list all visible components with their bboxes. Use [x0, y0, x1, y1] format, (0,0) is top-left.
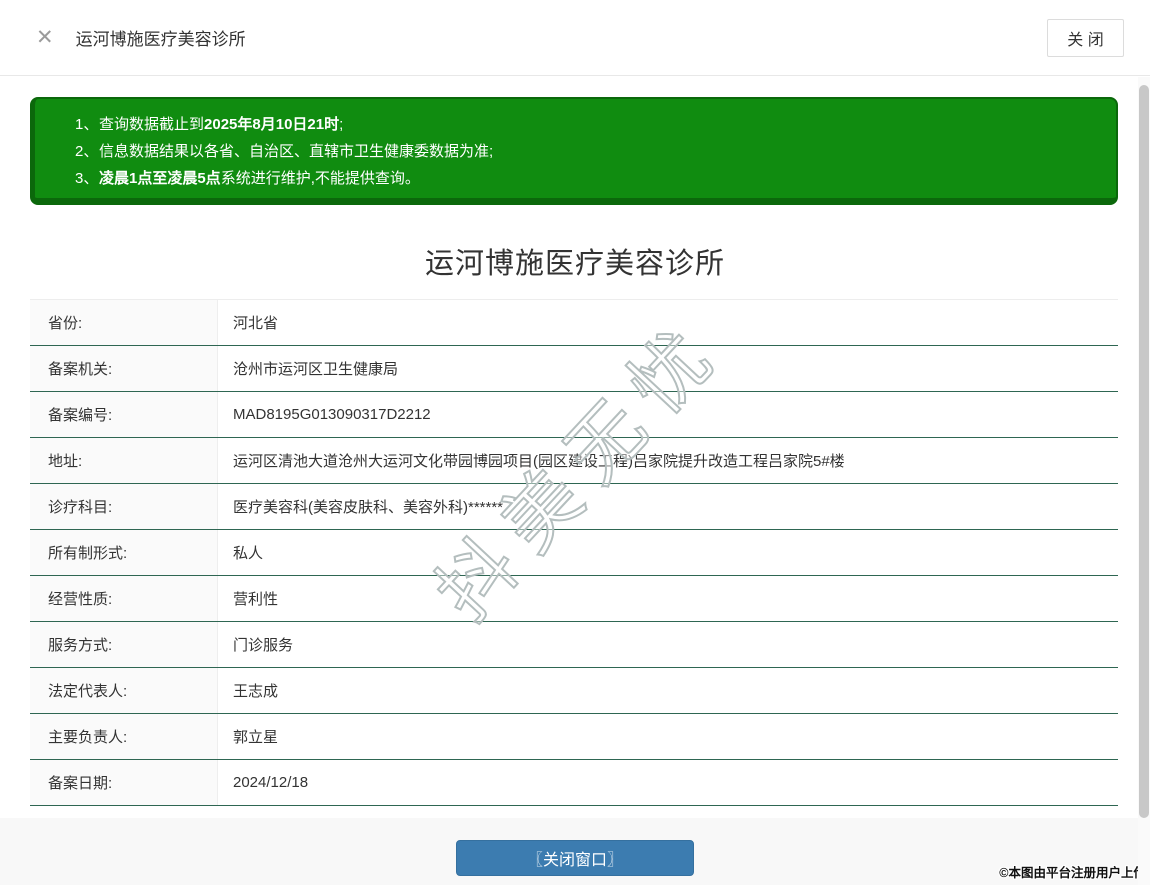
copyright-note: ©本图由平台注册用户上传	[999, 866, 1146, 880]
table-row: 备案日期: 2024/12/18	[30, 760, 1118, 806]
scrollbar-thumb[interactable]	[1139, 85, 1149, 818]
row-label: 诊疗科目:	[30, 484, 218, 529]
notice-line: 3、凌晨1点至凌晨5点系统进行维护,不能提供查询。	[75, 165, 1096, 192]
row-label: 服务方式:	[30, 622, 218, 667]
row-label: 备案日期:	[30, 760, 218, 805]
notice-text: 查询数据截止到	[99, 116, 205, 133]
row-label: 经营性质:	[30, 576, 218, 621]
header-bar: ✕ 运河博施医疗美容诊所 关 闭	[0, 0, 1150, 76]
row-value: 门诊服务	[233, 637, 294, 654]
detail-table: 省份: 河北省 备案机关: 沧州市运河区卫生健康局 备案编号: MAD8195G…	[30, 299, 1118, 806]
row-value: 河北省	[233, 315, 279, 332]
record-popup: ✕ 运河博施医疗美容诊所 关 闭 1、查询数据截止到2025年8月10日21时;…	[0, 0, 1150, 885]
notice-line-number: 2、	[75, 143, 99, 160]
clinic-name-title: 运河博施医疗美容诊所	[424, 248, 725, 280]
row-label: 备案编号:	[30, 392, 218, 437]
row-value: MAD8195G013090317D2212	[233, 406, 431, 423]
row-label: 主要负责人:	[30, 714, 218, 759]
notice-line-number: 1、	[75, 116, 99, 133]
row-value: 私人	[233, 545, 264, 562]
notice-text-bold: 2025年8月10日21时	[204, 116, 340, 133]
notice-line: 2、信息数据结果以各省、自治区、直辖市卫生健康委数据为准;	[75, 138, 1096, 165]
notice-line-number: 3、	[75, 170, 99, 187]
close-x-icon[interactable]: ✕	[36, 27, 54, 48]
table-row: 省份: 河北省	[30, 300, 1118, 346]
row-label: 法定代表人:	[30, 668, 218, 713]
notice-banner: 1、查询数据截止到2025年8月10日21时; 2、信息数据结果以各省、自治区、…	[30, 97, 1118, 205]
row-value: 沧州市运河区卫生健康局	[233, 361, 399, 378]
row-value: 王志成	[233, 683, 279, 700]
notice-text: ;	[339, 116, 344, 133]
row-value: 营利性	[233, 591, 279, 608]
table-row: 法定代表人: 王志成	[30, 668, 1118, 714]
row-value: 郭立星	[233, 729, 279, 746]
row-value: 运河区清池大道沧州大运河文化带园博园项目(园区建设工程)吕家院提升改造工程吕家院…	[233, 453, 845, 470]
close-window-button[interactable]: 〖关闭窗口〗	[456, 840, 694, 876]
close-button[interactable]: 关 闭	[1047, 19, 1124, 57]
row-label: 所有制形式:	[30, 530, 218, 575]
table-row: 所有制形式: 私人	[30, 530, 1118, 576]
row-value: 医疗美容科(美容皮肤科、美容外科)******	[233, 499, 504, 516]
table-row: 主要负责人: 郭立星	[30, 714, 1118, 760]
notice-text: 信息数据结果以各省、自治区、直辖市卫生健康委数据为准;	[99, 143, 494, 160]
header-title: 运河博施医疗美容诊所	[75, 30, 246, 49]
notice-text: 系统进行维护,不能提供查询。	[220, 170, 420, 187]
table-row: 诊疗科目: 医疗美容科(美容皮肤科、美容外科)******	[30, 484, 1118, 530]
row-label: 备案机关:	[30, 346, 218, 391]
table-row: 地址: 运河区清池大道沧州大运河文化带园博园项目(园区建设工程)吕家院提升改造工…	[30, 438, 1118, 484]
footer-bar: 〖关闭窗口〗 ©本图由平台注册用户上传	[0, 818, 1150, 885]
notice-text-bold: 凌晨1点至凌晨5点	[99, 170, 221, 187]
table-row: 备案编号: MAD8195G013090317D2212	[30, 392, 1118, 438]
table-row: 备案机关: 沧州市运河区卫生健康局	[30, 346, 1118, 392]
row-label: 省份:	[30, 300, 218, 345]
row-label: 地址:	[30, 438, 218, 483]
scrollbar-track[interactable]	[1138, 77, 1150, 885]
row-value: 2024/12/18	[233, 774, 309, 791]
table-row: 服务方式: 门诊服务	[30, 622, 1118, 668]
notice-line: 1、查询数据截止到2025年8月10日21时;	[75, 111, 1096, 138]
table-row: 经营性质: 营利性	[30, 576, 1118, 622]
